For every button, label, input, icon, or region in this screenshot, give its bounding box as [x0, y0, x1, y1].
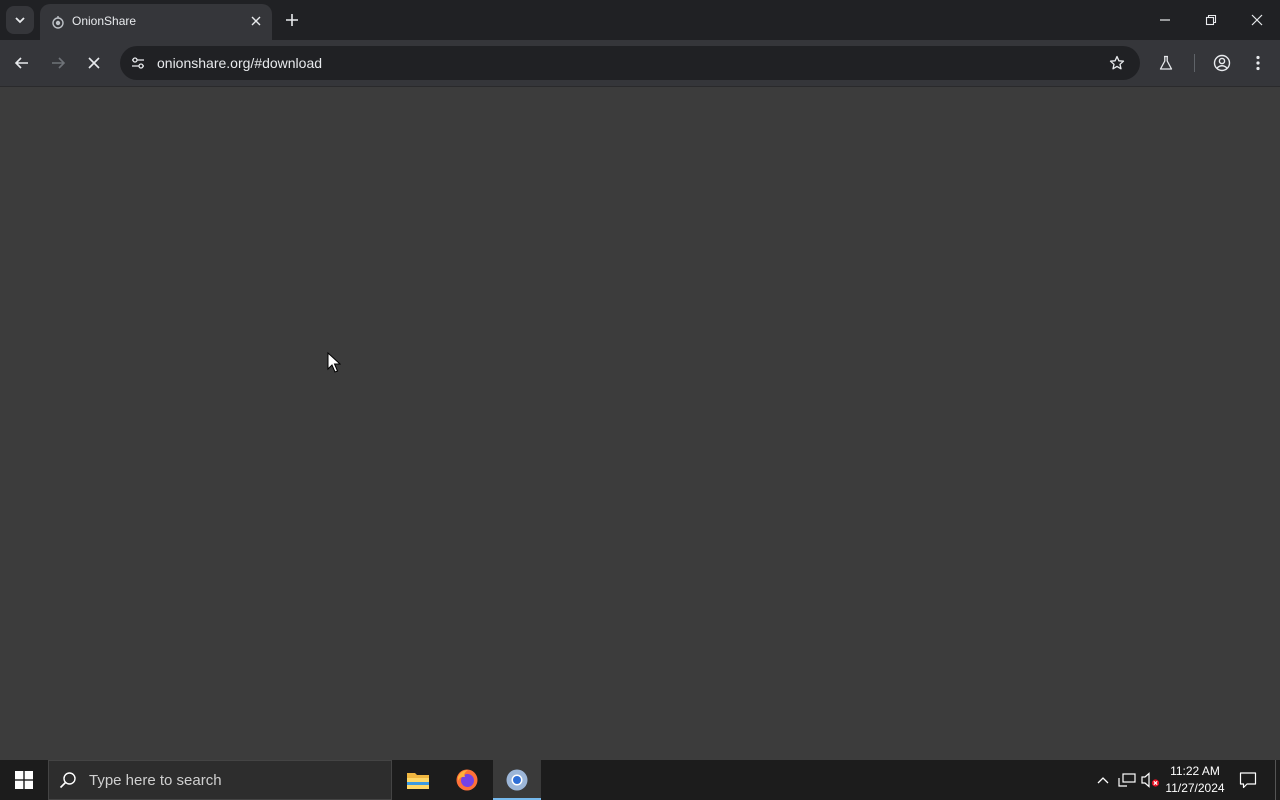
close-icon — [1251, 14, 1263, 26]
tab-search-button[interactable] — [6, 6, 34, 34]
file-explorer-taskbar-button[interactable] — [394, 760, 442, 800]
network-icon — [1118, 773, 1136, 787]
clock-date: 11/27/2024 — [1165, 781, 1225, 795]
url-text: onionshare.org/#download — [157, 55, 323, 71]
flask-icon — [1159, 55, 1173, 70]
show-desktop-button[interactable] — [1275, 760, 1280, 800]
firefox-taskbar-button[interactable] — [443, 760, 491, 800]
plus-icon — [286, 14, 298, 26]
windows-logo-icon — [15, 771, 33, 789]
browser-titlebar: OnionShare — [0, 0, 1280, 40]
mouse-cursor-icon — [327, 352, 341, 373]
onionshare-favicon-icon — [52, 16, 64, 29]
chevron-up-icon — [1097, 777, 1109, 784]
tab-title: OnionShare — [72, 14, 137, 28]
taskbar-search-box[interactable]: Type here to search — [48, 760, 392, 800]
profile-icon — [1213, 54, 1231, 72]
close-icon — [88, 57, 100, 69]
close-window-button[interactable] — [1234, 0, 1280, 40]
back-button[interactable] — [6, 47, 38, 79]
taskbar-clock[interactable]: 11:22 AM 11/27/2024 — [1160, 763, 1230, 797]
action-center-button[interactable] — [1234, 760, 1262, 800]
volume-muted-icon — [1141, 772, 1160, 788]
chevron-down-icon — [15, 17, 25, 24]
address-bar[interactable]: onionshare.org/#download — [120, 46, 1140, 80]
chrome-icon — [506, 769, 528, 791]
clock-time: 11:22 AM — [1170, 764, 1220, 778]
tune-icon — [132, 57, 144, 69]
tab-close-button[interactable] — [248, 13, 264, 29]
arrow-right-icon — [52, 57, 66, 69]
site-info-button[interactable] — [126, 51, 150, 75]
bookmark-button[interactable] — [1106, 52, 1128, 74]
labs-button[interactable] — [1150, 47, 1182, 79]
arrow-left-icon — [14, 57, 28, 69]
firefox-icon — [456, 769, 478, 791]
profile-button[interactable] — [1206, 47, 1238, 79]
kebab-menu-icon — [1256, 55, 1260, 71]
network-button[interactable] — [1116, 760, 1138, 800]
browser-toolbar: onionshare.org/#download — [0, 40, 1280, 87]
volume-button[interactable] — [1140, 760, 1162, 800]
notification-icon — [1239, 772, 1257, 789]
folder-icon — [407, 773, 429, 789]
restore-icon — [1205, 14, 1217, 26]
toolbar-divider — [1194, 54, 1195, 72]
restore-button[interactable] — [1188, 0, 1234, 40]
taskbar: Type here to search 11:22 AM 11/27/2024 — [0, 760, 1280, 800]
start-button[interactable] — [0, 760, 48, 800]
show-hidden-icons-button[interactable] — [1094, 760, 1112, 800]
menu-button[interactable] — [1242, 47, 1274, 79]
new-tab-button[interactable] — [280, 8, 304, 32]
search-icon — [59, 772, 76, 789]
minimize-icon — [1160, 19, 1170, 21]
close-icon — [251, 16, 261, 26]
chrome-taskbar-button[interactable] — [493, 760, 541, 800]
page-content — [0, 87, 1280, 760]
forward-button[interactable] — [42, 47, 74, 79]
tab-onionshare[interactable]: OnionShare — [40, 4, 272, 40]
search-placeholder: Type here to search — [89, 772, 222, 789]
stop-loading-button[interactable] — [78, 47, 110, 79]
minimize-button[interactable] — [1142, 0, 1188, 40]
star-icon — [1109, 55, 1125, 70]
